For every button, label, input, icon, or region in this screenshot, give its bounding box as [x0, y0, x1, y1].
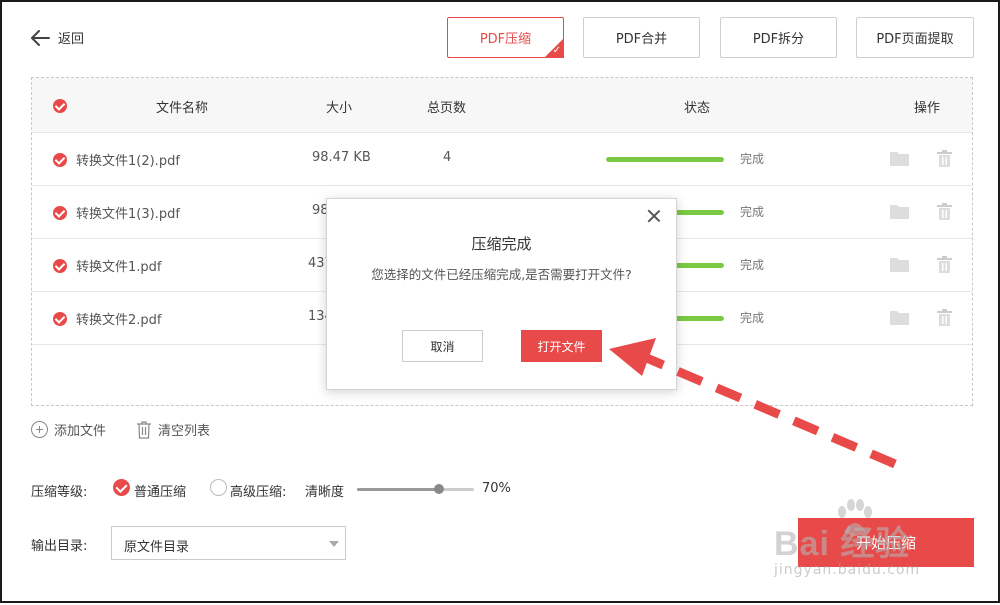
app-window: 返回 PDF压缩 ✓ PDF合并 PDF拆分 PDF页面提取 文件名称 大小 总… — [0, 0, 1000, 603]
annotation-arrow — [609, 338, 897, 469]
